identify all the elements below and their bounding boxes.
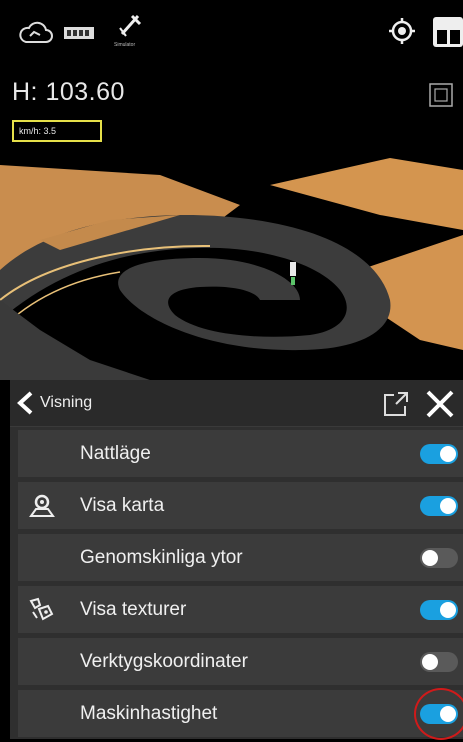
machine-marker [290,262,296,276]
setting-label: Nattläge [80,443,151,464]
setting-row-maskinhastighet[interactable]: Maskinhastighet [18,688,463,740]
terrain-scene [0,158,463,380]
panel-header: Visning [10,380,463,427]
display-settings-panel: Visning Nattläge Visa karta Genomskinlig… [10,380,463,742]
genomskinliga-ytor-toggle[interactable] [420,548,458,568]
setting-label: Visa texturer [80,599,187,620]
battery-icon [64,27,94,39]
setting-row-visa-texturer[interactable]: Visa texturer [18,586,463,633]
setting-label: Verktygskoordinater [80,651,248,672]
nattlage-toggle[interactable] [420,444,458,464]
map-pin-icon [29,494,55,517]
setting-row-nattlage[interactable]: Nattläge [18,430,463,477]
texture-icon [29,597,54,621]
simulator-caption: Simulator [114,42,136,48]
speed-indicator: km/h: 3.5 [12,120,102,142]
maskinhastighet-toggle[interactable] [420,704,458,724]
visa-karta-toggle[interactable] [420,496,458,516]
gps-target-icon[interactable] [387,16,417,46]
close-icon[interactable] [424,389,456,419]
3d-viewport[interactable]: Simulator H: 103.60 km/h: 3.5 [0,0,463,380]
back-chevron-icon[interactable] [14,390,38,416]
cloud-icon[interactable] [18,18,54,46]
layout-icon[interactable] [430,14,463,48]
setting-row-verktygskoordinater[interactable]: Verktygskoordinater [18,638,463,685]
setting-label: Genomskinliga ytor [80,547,243,568]
satellite-icon[interactable] [116,10,146,40]
panel-title: Visning [40,394,93,411]
setting-label: Maskinhastighet [80,703,218,724]
height-readout: H: 103.60 [12,78,125,106]
settings-list: Nattläge Visa karta Genomskinliga ytor V [18,430,463,742]
setting-row-visa-karta[interactable]: Visa karta [18,482,463,529]
verktygskoordinater-toggle[interactable] [420,652,458,672]
visa-texturer-toggle[interactable] [420,600,458,620]
view-cube-icon[interactable] [428,82,454,108]
popout-icon[interactable] [382,390,410,418]
setting-label: Visa karta [80,495,165,516]
setting-row-genomskinliga-ytor[interactable]: Genomskinliga ytor [18,534,463,581]
